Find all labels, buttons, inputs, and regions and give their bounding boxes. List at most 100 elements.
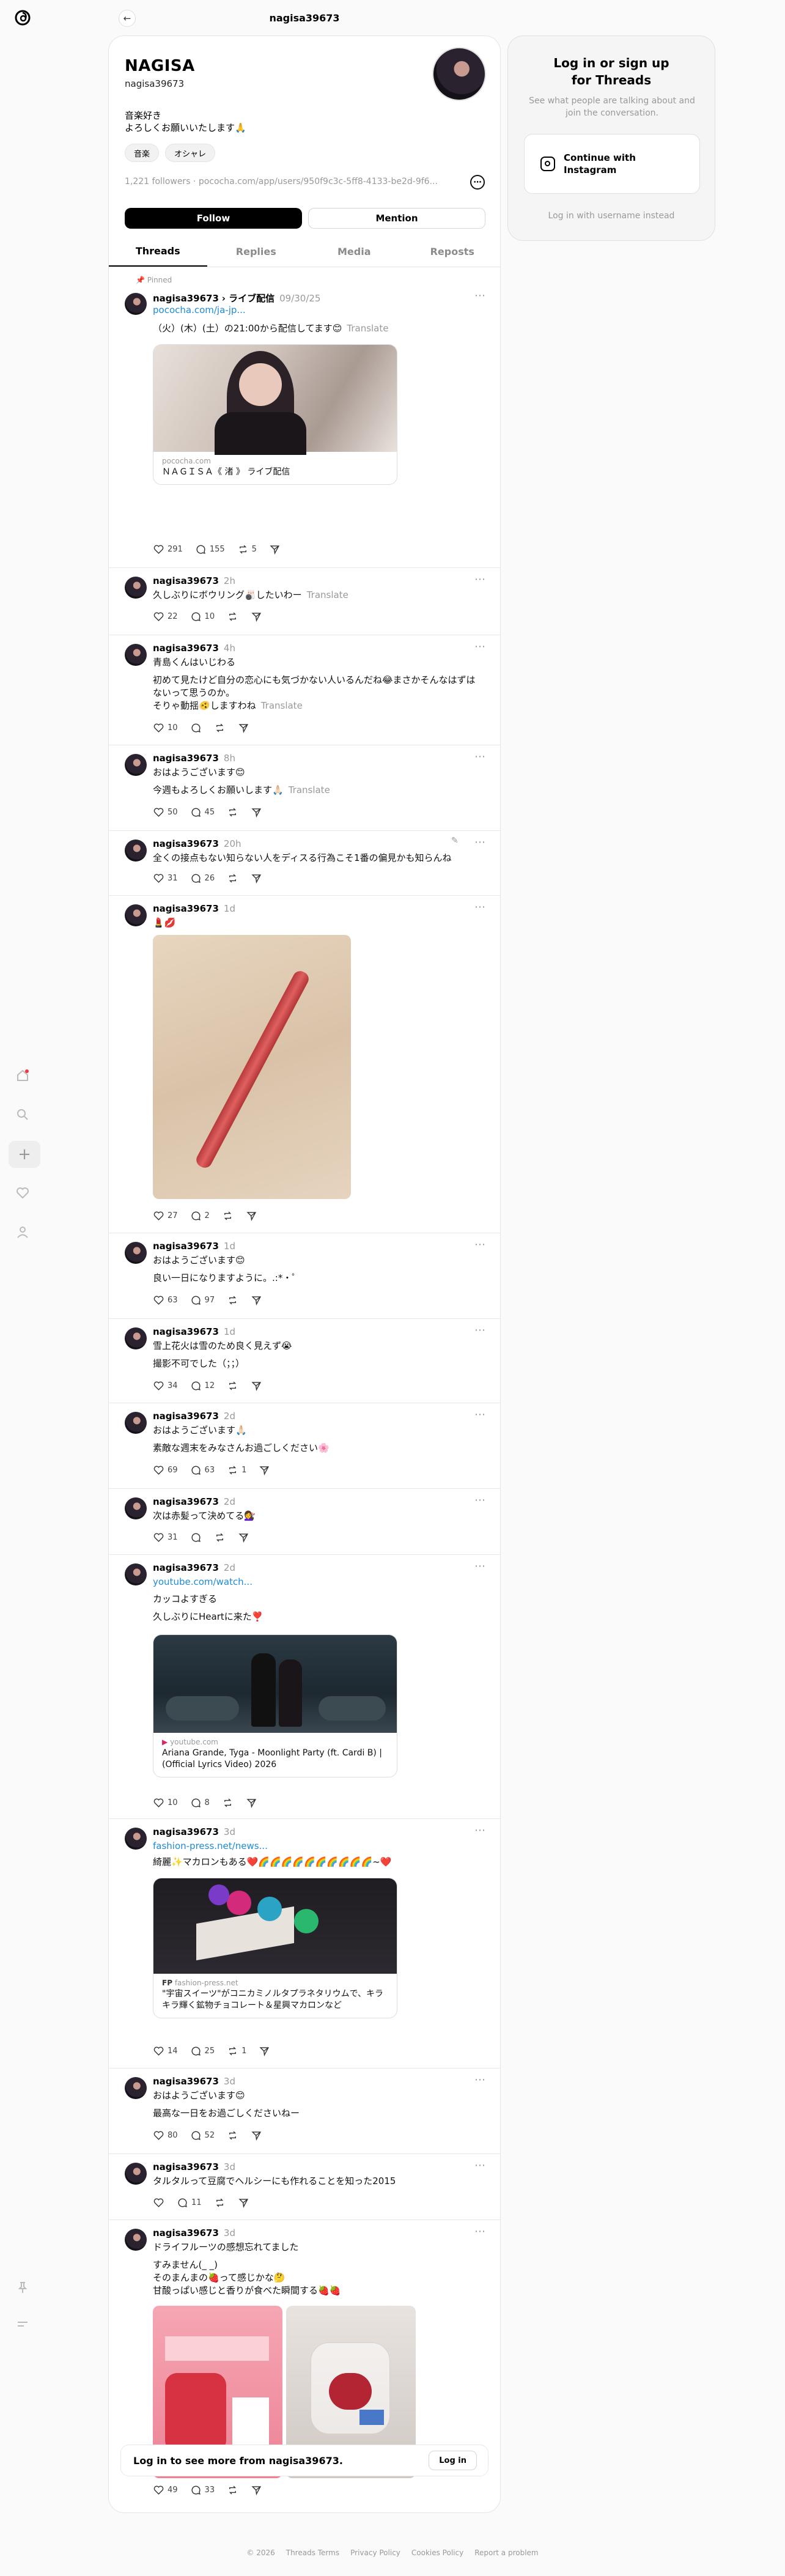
avatar[interactable] — [125, 1563, 147, 1585]
follow-button[interactable]: Follow — [125, 208, 302, 229]
translate-link[interactable]: Translate — [307, 589, 348, 600]
share-button[interactable] — [251, 806, 262, 818]
post-more-icon[interactable]: ⋯ — [474, 1494, 486, 1507]
repost-button[interactable]: 1 — [227, 2045, 246, 2057]
reply-button[interactable]: 25 — [190, 2045, 215, 2057]
pin-icon[interactable] — [13, 2278, 32, 2297]
repost-button[interactable] — [222, 1797, 234, 1809]
username[interactable]: nagisa39673 — [153, 2227, 219, 2238]
username[interactable]: nagisa39673 — [153, 643, 219, 654]
username[interactable]: nagisa39673 — [153, 575, 219, 586]
post-more-icon[interactable]: ⋯ — [474, 640, 486, 653]
link-preview-card[interactable]: FP fashion-press.net "宇宙スイーツ"がコニカミノルタプラネ… — [153, 1878, 397, 2018]
profile-avatar[interactable] — [432, 47, 486, 101]
followers-link[interactable]: 1,221 followers · pococha.com/app/users/… — [125, 177, 467, 186]
like-button[interactable]: 49 — [153, 2484, 178, 2496]
share-button[interactable] — [251, 2130, 262, 2141]
avatar[interactable] — [125, 1412, 147, 1434]
avatar[interactable] — [125, 840, 147, 862]
like-button[interactable]: 80 — [153, 2130, 178, 2141]
share-button[interactable] — [246, 1797, 257, 1809]
avatar[interactable] — [125, 293, 147, 315]
avatar[interactable] — [125, 577, 147, 599]
post-more-icon[interactable]: ⋯ — [474, 2073, 486, 2086]
username[interactable]: nagisa39673 — [153, 1826, 219, 1837]
like-button[interactable]: 31 — [153, 873, 178, 884]
share-button[interactable] — [259, 1464, 270, 1476]
post-more-icon[interactable]: ⋯ — [474, 836, 486, 849]
reply-button[interactable] — [190, 1532, 202, 1543]
like-button[interactable] — [153, 2197, 164, 2209]
avatar[interactable] — [125, 1497, 147, 1519]
post-more-icon[interactable]: ⋯ — [474, 1824, 486, 1837]
search-icon[interactable] — [13, 1105, 32, 1124]
translate-link[interactable]: Translate — [289, 784, 330, 795]
heart-icon[interactable] — [13, 1184, 32, 1202]
tab-reposts[interactable]: Reposts — [404, 237, 501, 267]
repost-button[interactable] — [214, 2197, 226, 2209]
continue-with-instagram-button[interactable]: Continue with Instagram — [524, 134, 700, 194]
username[interactable]: nagisa39673 — [153, 1562, 219, 1573]
repost-button[interactable] — [214, 1532, 226, 1543]
translate-link[interactable]: Translate — [347, 323, 388, 334]
reply-button[interactable]: 26 — [190, 873, 215, 884]
repost-button[interactable] — [227, 2130, 238, 2141]
avatar[interactable] — [125, 2077, 147, 2099]
tab-media[interactable]: Media — [305, 237, 404, 267]
footer-terms-link[interactable]: Threads Terms — [286, 2548, 339, 2557]
profile-icon[interactable] — [13, 1223, 32, 1241]
avatar[interactable] — [125, 904, 147, 926]
username[interactable]: nagisa39673 — [153, 1496, 219, 1507]
share-button[interactable] — [259, 2045, 270, 2057]
reply-button[interactable]: 97 — [190, 1294, 215, 1306]
translate-link[interactable]: Translate — [261, 700, 303, 711]
back-arrow-icon[interactable]: ← — [119, 10, 136, 27]
username-login-link[interactable]: Log in with username instead — [508, 211, 715, 221]
username[interactable]: nagisa39673 — [153, 753, 219, 764]
repost-button[interactable]: 1 — [227, 1464, 246, 1476]
username[interactable]: nagisa39673 — [153, 903, 219, 914]
login-button[interactable]: Log in — [429, 2451, 477, 2470]
username[interactable]: nagisa39673 — [153, 1326, 219, 1337]
username[interactable]: nagisa39673 — [153, 1241, 219, 1252]
avatar[interactable] — [125, 1327, 147, 1349]
post-more-icon[interactable]: ⋯ — [474, 289, 486, 302]
post-more-icon[interactable]: ⋯ — [474, 1238, 486, 1251]
reply-button[interactable]: 8 — [190, 1797, 210, 1809]
repost-button[interactable] — [227, 611, 238, 622]
post-link[interactable]: fashion-press.net/news... — [153, 1840, 483, 1853]
post-image[interactable] — [153, 935, 351, 1199]
link-preview-card[interactable]: ▶ youtube.com Ariana Grande, Tyga - Moon… — [153, 1634, 397, 1777]
post-more-icon[interactable]: ⋯ — [474, 2225, 486, 2238]
like-button[interactable]: 27 — [153, 1210, 178, 1222]
username[interactable]: nagisa39673 — [153, 2161, 219, 2172]
share-button[interactable] — [251, 873, 262, 884]
reply-button[interactable]: 45 — [190, 806, 215, 818]
repost-button[interactable] — [227, 1380, 238, 1392]
share-button[interactable] — [238, 2197, 249, 2209]
like-button[interactable]: 50 — [153, 806, 178, 818]
share-button[interactable] — [251, 2484, 262, 2496]
like-button[interactable]: 10 — [153, 722, 178, 734]
link-preview-card[interactable]: pococha.com ＮＡＧＩＳＡ《 渚 》 ライブ配信 — [153, 344, 397, 485]
reply-button[interactable]: 11 — [177, 2197, 202, 2209]
repost-button[interactable]: 5 — [237, 544, 257, 555]
post-link[interactable]: youtube.com/watch... — [153, 1576, 483, 1589]
repost-button[interactable] — [222, 1210, 234, 1222]
share-button[interactable] — [238, 1532, 249, 1543]
post-link[interactable]: pococha.com/ja-jp... — [153, 304, 483, 317]
tag-music[interactable]: 音楽 — [125, 144, 160, 162]
repost-button[interactable] — [227, 873, 238, 884]
reply-button[interactable]: 63 — [190, 1464, 215, 1476]
post-more-icon[interactable]: ⋯ — [474, 901, 486, 913]
mention-button[interactable]: Mention — [308, 208, 485, 229]
avatar[interactable] — [125, 1242, 147, 1264]
menu-icon[interactable] — [13, 2315, 32, 2333]
post-more-icon[interactable]: ⋯ — [474, 1560, 486, 1573]
reply-button[interactable]: 2 — [190, 1210, 210, 1222]
footer-privacy-link[interactable]: Privacy Policy — [350, 2548, 400, 2557]
share-button[interactable] — [251, 1294, 262, 1306]
more-options-icon[interactable]: ⋯ — [470, 175, 485, 190]
share-button[interactable] — [238, 722, 249, 734]
like-button[interactable]: 69 — [153, 1464, 178, 1476]
